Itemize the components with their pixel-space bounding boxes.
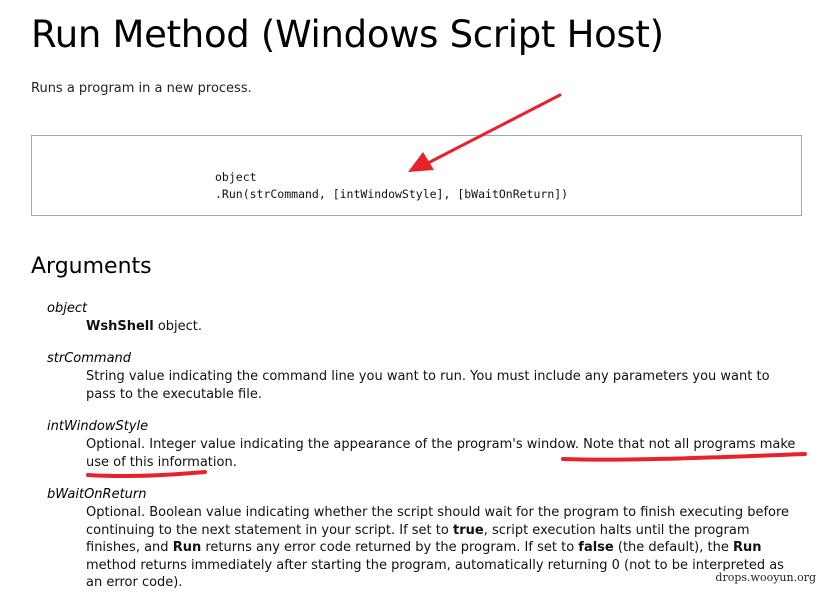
watermark: drops.wooyun.org xyxy=(713,571,818,584)
syntax-run-call: .Run(strCommand, [intWindowStyle], [bWai… xyxy=(215,187,569,201)
run-keyword: Run xyxy=(172,540,202,555)
arguments-heading: Arguments xyxy=(31,254,152,279)
run-keyword: Run xyxy=(732,540,762,555)
page-title: Run Method (Windows Script Host) xyxy=(31,13,664,56)
arg-term-intwindowstyle: intWindowStyle xyxy=(47,419,149,434)
arg-term-strcommand: strCommand xyxy=(47,351,132,366)
arg-def-intwindowstyle: Optional. Integer value indicating the a… xyxy=(86,437,796,470)
syntax-object: object xyxy=(215,170,257,184)
syntax-code: object .Run(strCommand, [intWindowStyle]… xyxy=(215,169,568,203)
true-keyword: true xyxy=(452,522,484,538)
syntax-code-block: object .Run(strCommand, [intWindowStyle]… xyxy=(31,135,802,216)
arg-def-bwaitonreturn: Optional. Boolean value indicating wheth… xyxy=(86,505,790,590)
arg-def-strcommand: String value indicating the command line… xyxy=(86,369,770,402)
arg-def-object: WshShell object. xyxy=(86,319,203,334)
false-keyword: false xyxy=(578,540,614,555)
arg-term-object: object xyxy=(47,301,88,316)
wshshell-bold: WshShell xyxy=(86,319,154,334)
arg-term-bwaitonreturn: bWaitOnReturn xyxy=(47,487,147,502)
page-subtitle: Runs a program in a new process. xyxy=(31,81,252,96)
underline-annotation-2 xyxy=(86,470,207,478)
